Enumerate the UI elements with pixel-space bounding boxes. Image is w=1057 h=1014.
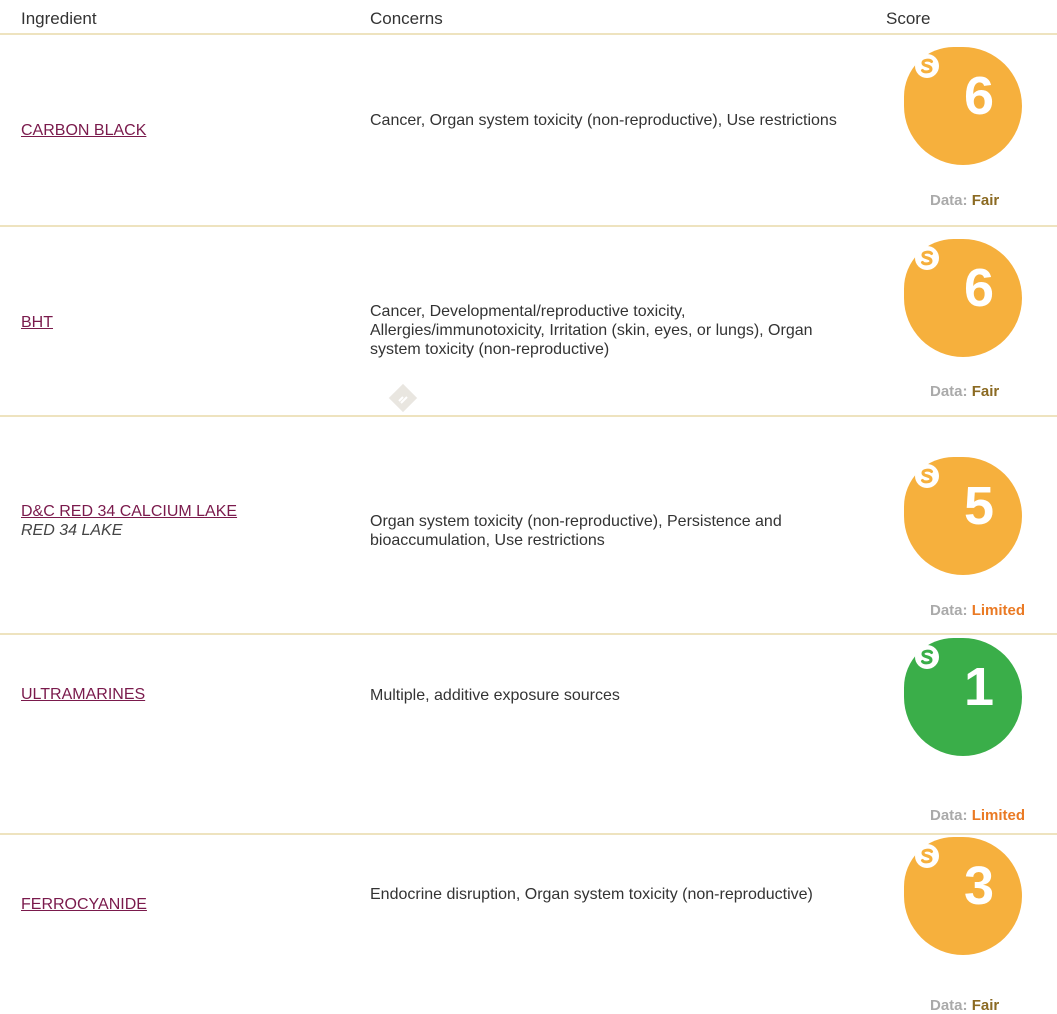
score-value: 6 bbox=[963, 66, 994, 126]
table-header: Ingredient Concerns Score bbox=[0, 0, 1057, 35]
table-row: BHT Cancer, Developmental/reproductive t… bbox=[0, 227, 1057, 417]
concerns-text: Organ system toxicity (non-reproductive)… bbox=[370, 513, 782, 549]
ingredient-link[interactable]: ULTRAMARINES bbox=[21, 686, 145, 704]
ingredient-cell: BHT bbox=[21, 314, 53, 332]
table-row: CARBON BLACK Cancer, Organ system toxici… bbox=[0, 35, 1057, 227]
data-label: Data: bbox=[930, 602, 968, 619]
ingredient-cell: FERROCYANIDE bbox=[21, 896, 147, 914]
data-quality: Limited bbox=[971, 602, 1026, 619]
ingredient-cell: CARBON BLACK bbox=[21, 122, 146, 140]
ingredient-link[interactable]: D&C RED 34 CALCIUM LAKE bbox=[21, 503, 237, 521]
data-quality: Fair bbox=[971, 997, 1000, 1014]
s-circle-icon bbox=[915, 246, 939, 270]
score-badge[interactable]: 1 bbox=[904, 638, 1022, 756]
data-label: Data: bbox=[930, 807, 968, 824]
concerns-text: Cancer, Developmental/reproductive toxic… bbox=[370, 303, 813, 358]
ingredient-cell: D&C RED 34 CALCIUM LAKE RED 34 LAKE bbox=[21, 503, 237, 540]
table-row: D&C RED 34 CALCIUM LAKE RED 34 LAKE Orga… bbox=[0, 417, 1057, 635]
ingredient-alt-name: RED 34 LAKE bbox=[21, 522, 123, 539]
data-quality: Limited bbox=[971, 807, 1026, 824]
ingredient-cell: ULTRAMARINES bbox=[21, 686, 145, 704]
ingredient-link[interactable]: BHT bbox=[21, 314, 53, 332]
s-circle-icon bbox=[915, 464, 939, 488]
score-value: 6 bbox=[963, 258, 994, 318]
data-availability: Data: Limited bbox=[930, 602, 1025, 619]
ingredient-link[interactable]: CARBON BLACK bbox=[21, 122, 146, 140]
score-value: 3 bbox=[963, 856, 994, 916]
ingredient-link[interactable]: FERROCYANIDE bbox=[21, 896, 147, 914]
data-label: Data: bbox=[930, 192, 968, 209]
data-availability: Data: Fair bbox=[930, 192, 999, 209]
header-score: Score bbox=[886, 9, 931, 28]
concerns-text: Endocrine disruption, Organ system toxic… bbox=[370, 886, 813, 903]
score-badge[interactable]: 3 bbox=[904, 837, 1022, 955]
data-availability: Data: Limited bbox=[930, 807, 1025, 824]
s-circle-icon bbox=[915, 645, 939, 669]
data-label: Data: bbox=[930, 383, 968, 400]
diamond-logo-icon bbox=[388, 383, 418, 413]
table-row: FERROCYANIDE Endocrine disruption, Organ… bbox=[0, 835, 1057, 1014]
data-availability: Data: Fair bbox=[930, 383, 999, 400]
header-concerns: Concerns bbox=[370, 9, 443, 28]
s-circle-icon bbox=[915, 54, 939, 78]
concerns-text: Multiple, additive exposure sources bbox=[370, 687, 620, 704]
s-circle-icon bbox=[915, 844, 939, 868]
score-value: 1 bbox=[963, 657, 994, 717]
score-badge[interactable]: 6 bbox=[904, 47, 1022, 165]
data-label: Data: bbox=[930, 997, 968, 1014]
concerns-text: Cancer, Organ system toxicity (non-repro… bbox=[370, 112, 837, 129]
score-badge[interactable]: 5 bbox=[904, 457, 1022, 575]
header-ingredient: Ingredient bbox=[21, 9, 97, 28]
score-value: 5 bbox=[963, 476, 994, 536]
table-row: ULTRAMARINES Multiple, additive exposure… bbox=[0, 635, 1057, 835]
data-quality: Fair bbox=[971, 192, 1000, 209]
data-availability: Data: Fair bbox=[930, 997, 999, 1014]
data-quality: Fair bbox=[971, 383, 1000, 400]
score-badge[interactable]: 6 bbox=[904, 239, 1022, 357]
